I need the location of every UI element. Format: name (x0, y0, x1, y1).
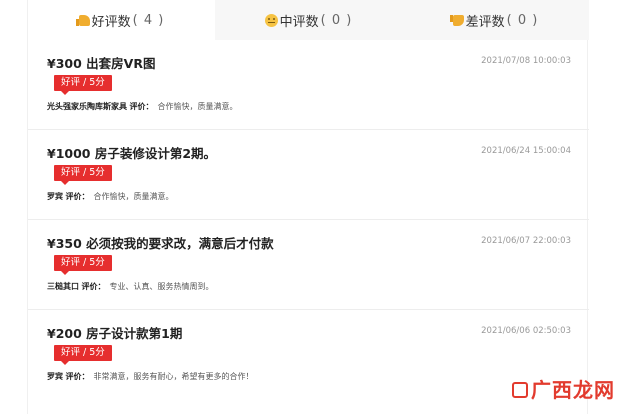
tab-negative[interactable]: 差评数 ( 0 ) (402, 0, 589, 40)
tab-count: ( 0 ) (506, 12, 539, 28)
rating-badge: 好评 / 5分 (54, 345, 112, 365)
watermark-text: 广西龙网 (531, 378, 615, 402)
rating-badge: 好评 / 5分 (54, 255, 112, 275)
tab-label: 中评数 (279, 14, 319, 30)
tab-count: ( 4 ) (132, 12, 165, 28)
review-date: 2021/06/06 02:50:03 (481, 326, 571, 336)
review-comment: 罗宾 评价： 非常满意，服务有耐心，希望有更多的合作！ (47, 371, 254, 382)
review-title[interactable]: ¥300 出套房VR图 (47, 53, 155, 72)
review-text: 合作愉快，质量满意。 (93, 192, 174, 201)
review-text: 合作愉快，质量满意。 (157, 102, 238, 111)
review-label: 评价： (65, 372, 90, 381)
reviewer-name[interactable]: 三槌其口 (47, 282, 79, 291)
neutral-face-icon (264, 13, 278, 27)
site-watermark: 广西龙网 (512, 374, 615, 403)
review-label: 评价： (81, 282, 106, 291)
reviewer-name[interactable]: 罗宾 (47, 372, 63, 381)
watermark-logo-icon (512, 382, 528, 398)
review-panel: 好评数 ( 4 ) 中评数 ( 0 ) 差评数 ( 0 ) ¥300 出套房VR… (27, 0, 589, 414)
review-comment: 三槌其口 评价： 专业、认真、服务热情周到。 (47, 281, 214, 292)
review-title[interactable]: ¥350 必须按我的要求改，满意后才付款 (47, 233, 274, 252)
review-tabs: 好评数 ( 4 ) 中评数 ( 0 ) 差评数 ( 0 ) (28, 0, 589, 40)
rating-badge: 好评 / 5分 (54, 165, 112, 185)
reviewer-name[interactable]: 罗宾 (47, 192, 63, 201)
tab-count: ( 0 ) (320, 12, 353, 28)
review-item: ¥1000 房子装修设计第2期。 2021/06/24 15:00:04 好评 … (28, 130, 589, 220)
review-item: ¥200 房子设计款第1期 2021/06/06 02:50:03 好评 / 5… (28, 310, 589, 400)
tab-neutral[interactable]: 中评数 ( 0 ) (215, 0, 402, 40)
tab-positive[interactable]: 好评数 ( 4 ) (28, 0, 215, 40)
review-label: 评价： (65, 192, 90, 201)
tab-label: 差评数 (465, 14, 505, 30)
page-background: 好评数 ( 4 ) 中评数 ( 0 ) 差评数 ( 0 ) ¥300 出套房VR… (0, 0, 640, 414)
review-text: 非常满意，服务有耐心，希望有更多的合作！ (93, 372, 254, 381)
review-item: ¥300 出套房VR图 2021/07/08 10:00:03 好评 / 5分 … (28, 40, 589, 130)
reviewer-name[interactable]: 光头强家乐陶库斯家具 (47, 102, 127, 111)
review-label: 评价： (129, 102, 154, 111)
rating-badge: 好评 / 5分 (54, 75, 112, 95)
tab-label: 好评数 (91, 14, 131, 30)
review-title[interactable]: ¥200 房子设计款第1期 (47, 323, 182, 342)
review-text: 专业、认真、服务热情周到。 (109, 282, 214, 291)
review-date: 2021/06/24 15:00:04 (481, 146, 571, 156)
review-title[interactable]: ¥1000 房子装修设计第2期。 (47, 143, 216, 162)
review-date: 2021/06/07 22:00:03 (481, 236, 571, 246)
review-comment: 罗宾 评价： 合作愉快，质量满意。 (47, 191, 174, 202)
review-date: 2021/07/08 10:00:03 (481, 56, 571, 66)
review-comment: 光头强家乐陶库斯家具 评价： 合作愉快，质量满意。 (47, 101, 238, 112)
thumbs-up-icon (75, 14, 90, 26)
thumbs-down-icon (449, 14, 464, 26)
review-item: ¥350 必须按我的要求改，满意后才付款 2021/06/07 22:00:03… (28, 220, 589, 310)
